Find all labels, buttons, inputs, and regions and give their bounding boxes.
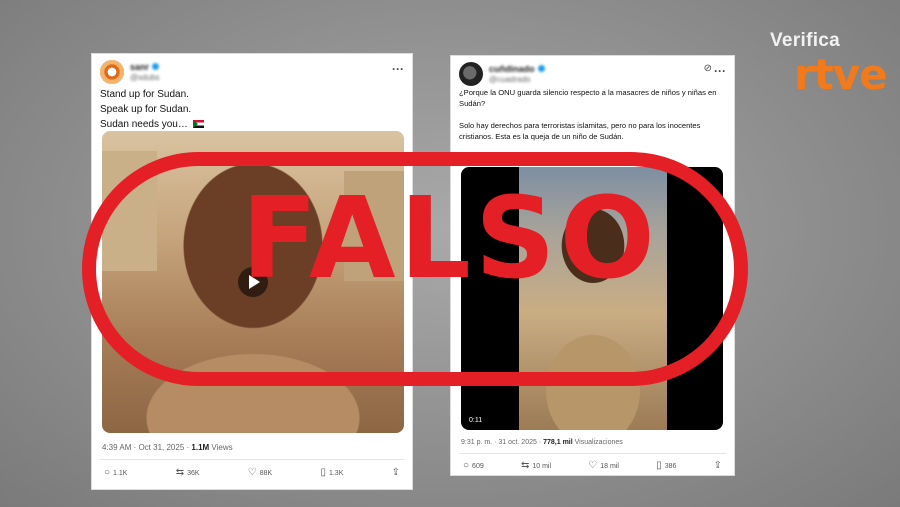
like-count: 88K	[259, 469, 273, 477]
tweet-meta: 9:31 p. m. · 31 oct. 2025 · 778,1 mil Vi…	[461, 439, 623, 446]
verified-icon	[537, 65, 545, 72]
verified-icon	[152, 63, 160, 70]
tweet-header: cuñdinado @cuadrado ⊘ ···	[459, 62, 726, 88]
repost-count: 36K	[187, 469, 200, 477]
reply-count: 609	[472, 462, 484, 470]
user-handle[interactable]: @sdubs	[130, 73, 159, 82]
verifica-rtve-logo: Verifica rtve	[770, 30, 890, 110]
repost-button[interactable]: ⇆ 36K	[176, 468, 200, 478]
like-count: 18 mil	[600, 462, 619, 470]
brand-verifica: Verifica	[770, 30, 841, 51]
avatar[interactable]	[100, 60, 124, 84]
avatar[interactable]	[459, 62, 483, 86]
bookmark-button[interactable]: ▯ 1.3K	[320, 468, 343, 478]
display-name-text: sanr	[130, 62, 150, 72]
reply-count: 1.1K	[113, 469, 128, 477]
repost-button[interactable]: ⇆ 10 mil	[521, 461, 551, 471]
bookmark-icon: ▯	[656, 460, 662, 471]
bookmark-count: 386	[664, 462, 677, 470]
repost-icon: ⇆	[520, 460, 530, 471]
share-icon: ⇪	[713, 460, 722, 471]
share-icon: ⇪	[391, 467, 400, 478]
like-icon: ♡	[588, 460, 598, 471]
tweet-meta: 4:39 AM · Oct 31, 2025 · 1.1M Views	[102, 443, 233, 452]
like-icon: ♡	[247, 467, 257, 478]
tweet-paragraph: ¿Porque la ONU guarda silencio respecto …	[459, 88, 717, 108]
tweet-timestamp: 9:31 p. m. · 31 oct. 2025 ·	[461, 439, 544, 446]
share-button[interactable]: ⇪	[714, 461, 722, 471]
repost-icon: ⇆	[175, 467, 185, 478]
bookmark-icon: ▯	[320, 467, 326, 478]
brand-rtve: rtve	[794, 50, 888, 99]
views-label: Visualizaciones	[572, 439, 623, 446]
display-name[interactable]: sanr	[130, 62, 160, 72]
display-name-text: cuñdinado	[489, 64, 535, 74]
tweet-line: Speak up for Sudan.	[100, 104, 192, 115]
flag-sudan-icon	[192, 120, 204, 129]
divider	[459, 453, 726, 454]
more-icon[interactable]: ···	[392, 62, 404, 76]
tweet-header: sanr @sdubs ···	[100, 60, 404, 86]
grok-icon[interactable]: ⊘	[704, 63, 712, 74]
reply-button[interactable]: ○ 1.1K	[104, 468, 127, 478]
falso-stamp-label: FALSO	[241, 174, 659, 304]
tweet-text: Stand up for Sudan. Speak up for Sudan. …	[100, 87, 404, 132]
video-duration: 0:11	[469, 417, 483, 424]
tweet-timestamp: 4:39 AM · Oct 31, 2025 ·	[102, 443, 192, 452]
tweet-text: ¿Porque la ONU guarda silencio respecto …	[459, 87, 726, 142]
tweet-paragraph: Solo hay derechos para terroristas islam…	[459, 121, 701, 141]
divider	[100, 459, 404, 460]
like-button[interactable]: ♡ 88K	[248, 468, 272, 478]
share-button[interactable]: ⇪	[392, 468, 400, 478]
user-handle[interactable]: @cuadrado	[489, 75, 530, 84]
tweet-line: Sudan needs you…	[100, 117, 404, 132]
tweet-line: Stand up for Sudan.	[100, 89, 189, 100]
view-count: 778,1 mil	[543, 439, 573, 446]
tweet-actions: ○ 1.1K ⇆ 36K ♡ 88K ▯ 1.3K ⇪	[104, 468, 400, 478]
like-button[interactable]: ♡ 18 mil	[588, 461, 619, 471]
view-count: 1.1M	[191, 443, 210, 452]
reply-button[interactable]: ○ 609	[463, 461, 484, 471]
tweet-actions: ○ 609 ⇆ 10 mil ♡ 18 mil ▯ 386 ⇪	[463, 461, 722, 471]
reply-icon: ○	[463, 460, 470, 471]
bookmark-count: 1.3K	[328, 469, 344, 477]
more-icon[interactable]: ···	[714, 64, 726, 78]
reply-icon: ○	[104, 467, 111, 478]
repost-count: 10 mil	[532, 462, 552, 470]
display-name[interactable]: cuñdinado	[489, 64, 545, 74]
bookmark-button[interactable]: ▯ 386	[656, 461, 676, 471]
views-label: Views	[209, 443, 233, 452]
tweet-line-text: Sudan needs you…	[100, 119, 188, 130]
